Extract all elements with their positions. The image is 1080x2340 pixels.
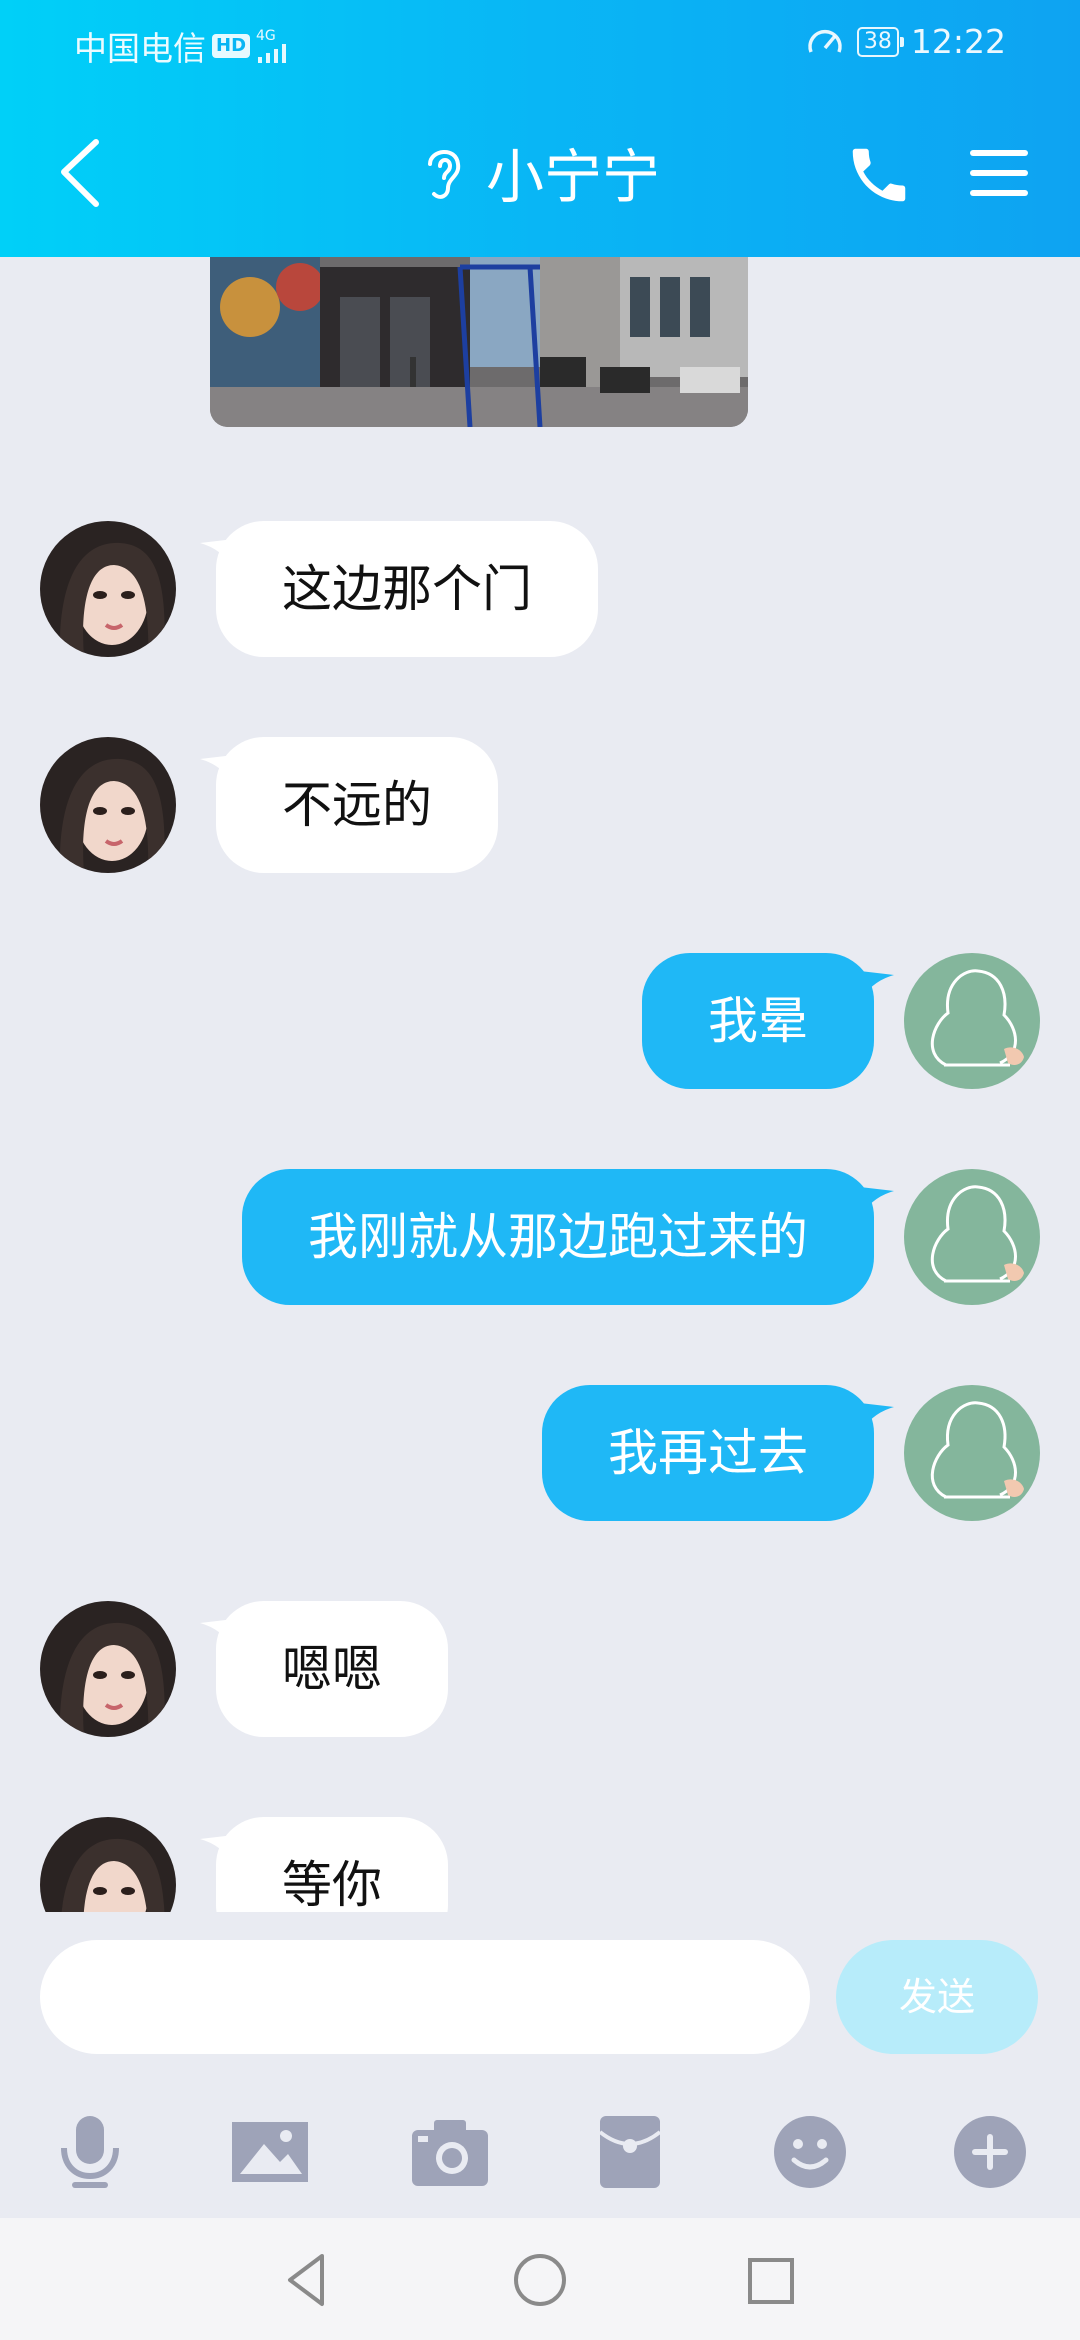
contact-avatar[interactable] <box>40 1601 176 1737</box>
back-triangle-icon <box>288 2254 324 2306</box>
network-type-label: 4G <box>256 28 276 44</box>
battery-level: 38 <box>863 28 892 54</box>
image-icon <box>232 2122 308 2182</box>
contact-avatar[interactable] <box>40 737 176 873</box>
contact-avatar-image <box>40 1601 176 1737</box>
send-button[interactable]: 发送 <box>836 1940 1038 2054</box>
emoji-button[interactable] <box>770 2112 850 2192</box>
default-avatar-image <box>904 1169 1040 1305</box>
message-bubble-outgoing[interactable]: 我刚就从那边跑过来的 <box>242 1169 874 1305</box>
phone-icon <box>852 148 906 202</box>
message-row: 嗯嗯 <box>0 1601 1080 1737</box>
user-avatar[interactable] <box>904 1169 1040 1305</box>
battery-icon: 38 <box>856 26 904 57</box>
red-envelope-icon <box>598 2116 662 2188</box>
message-row: 我晕 <box>0 953 1080 1089</box>
home-circle-icon <box>514 2254 566 2306</box>
input-toolbar <box>0 2090 1080 2200</box>
message-bubble-incoming[interactable]: 嗯嗯 <box>216 1601 448 1737</box>
speed-meter-icon <box>808 29 842 53</box>
gallery-button[interactable] <box>230 2112 310 2192</box>
message-bubble-outgoing[interactable]: 我晕 <box>642 953 874 1089</box>
default-avatar-image <box>904 1385 1040 1521</box>
chat-menu-button[interactable] <box>966 140 1032 206</box>
plus-icon <box>954 2116 1026 2188</box>
carrier-label: 中国电信 <box>74 29 206 68</box>
message-bubble-outgoing[interactable]: 我再过去 <box>542 1385 874 1521</box>
emoji-icon <box>774 2116 846 2188</box>
chat-title-area[interactable]: 小宁宁 <box>0 130 1080 214</box>
hd-badge: HD <box>212 34 251 58</box>
status-bar-right: 38 12:22 <box>805 22 1006 61</box>
more-options-button[interactable] <box>950 2112 1030 2192</box>
signal-bars-icon <box>258 44 287 63</box>
user-avatar[interactable] <box>904 953 1040 1089</box>
message-row: 不远的 <box>0 737 1080 873</box>
status-bar-left: 中国电信 HD 4G <box>74 22 292 70</box>
contact-avatar-image <box>40 1817 176 1912</box>
page-title: 小宁宁 <box>485 143 660 211</box>
message-input[interactable] <box>40 1940 810 2054</box>
message-row: 我刚就从那边跑过来的 <box>0 1169 1080 1305</box>
message-bubble-incoming[interactable]: 等你 <box>216 1817 448 1912</box>
voice-call-button[interactable] <box>844 140 914 210</box>
clock: 12:22 <box>910 22 1006 61</box>
message-row: 等你 <box>0 1817 1080 1912</box>
message-bubble-incoming[interactable]: 不远的 <box>216 737 498 873</box>
chat-header: 中国电信 HD 4G 38 12:22 小宁宁 <box>0 0 1080 257</box>
nav-home-button[interactable] <box>508 2248 572 2312</box>
contact-avatar-image <box>40 737 176 873</box>
street-photo-image <box>210 257 748 427</box>
recents-square-icon <box>748 2258 794 2304</box>
menu-icon <box>970 150 1028 196</box>
message-row: 我再过去 <box>0 1385 1080 1521</box>
ear-icon <box>427 150 461 199</box>
system-navigation-bar <box>0 2218 1080 2340</box>
nav-recents-button[interactable] <box>738 2248 802 2312</box>
red-envelope-button[interactable] <box>590 2112 670 2192</box>
user-avatar[interactable] <box>904 1385 1040 1521</box>
message-bubble-incoming[interactable]: 这边那个门 <box>216 521 598 657</box>
nav-back-button[interactable] <box>276 2248 340 2312</box>
contact-avatar-image <box>40 521 176 657</box>
camera-icon <box>412 2120 488 2186</box>
contact-avatar[interactable] <box>40 521 176 657</box>
contact-avatar[interactable] <box>40 1817 176 1912</box>
shared-street-photo[interactable] <box>210 257 748 427</box>
default-avatar-image <box>904 953 1040 1089</box>
message-list[interactable]: 这边那个门 不远的 我晕 我刚就从那边跑过来的 我再过去 嗯嗯 等你 <box>0 257 1080 1912</box>
voice-input-button[interactable] <box>50 2112 130 2192</box>
signal-icon: 4G <box>256 29 292 63</box>
microphone-icon <box>61 2116 119 2188</box>
camera-button[interactable] <box>410 2112 490 2192</box>
message-row: 这边那个门 <box>0 521 1080 657</box>
